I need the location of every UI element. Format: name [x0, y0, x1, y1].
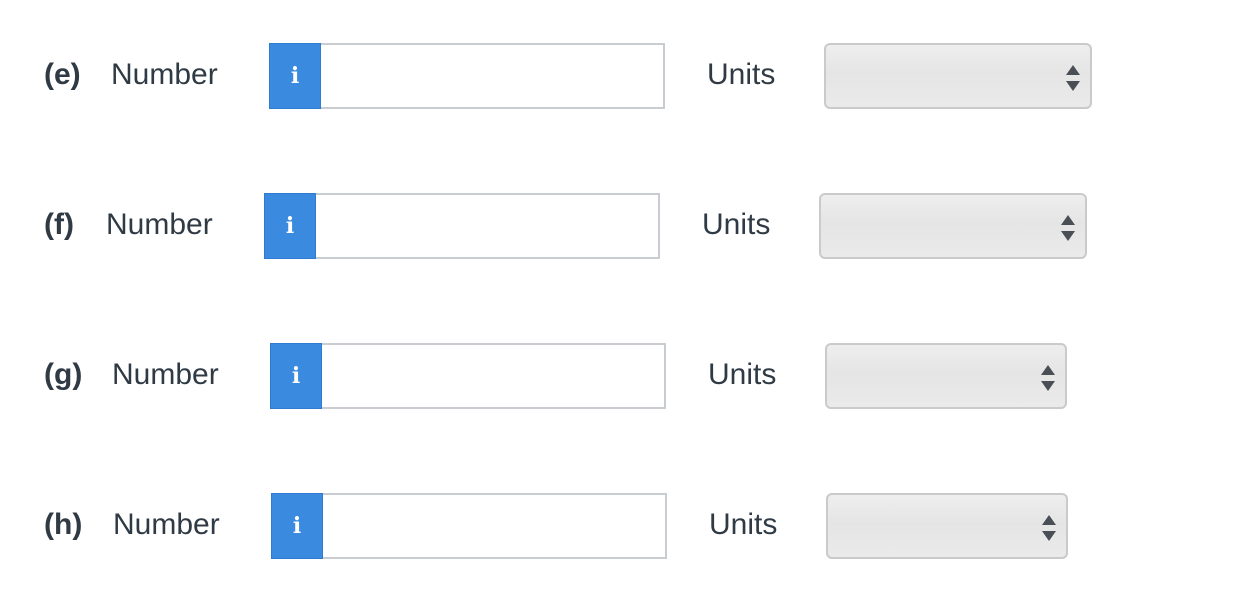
info-glyph: i: [291, 363, 301, 389]
info-icon[interactable]: i: [269, 43, 321, 109]
info-glyph: i: [285, 213, 295, 239]
info-glyph: i: [292, 513, 302, 539]
answer-row-f: (f) Number i Units: [0, 193, 1240, 259]
up-down-arrows-icon: [1041, 365, 1055, 391]
number-label: Number: [106, 208, 213, 241]
units-select[interactable]: [824, 43, 1092, 109]
answer-row-e: (e) Number i Units: [0, 43, 1240, 109]
up-down-arrows-icon: [1066, 65, 1080, 91]
info-glyph: i: [290, 63, 300, 89]
info-icon[interactable]: i: [264, 193, 316, 259]
number-label: Number: [113, 508, 220, 541]
number-input[interactable]: [321, 43, 665, 109]
number-input[interactable]: [323, 493, 667, 559]
units-select[interactable]: [826, 493, 1068, 559]
number-label: Number: [112, 358, 219, 391]
number-label: Number: [111, 58, 218, 91]
info-icon[interactable]: i: [270, 343, 322, 409]
part-label: (h): [44, 508, 83, 541]
units-label: Units: [709, 508, 778, 541]
units-select[interactable]: [825, 343, 1067, 409]
part-label: (f): [44, 208, 74, 241]
up-down-arrows-icon: [1061, 215, 1075, 241]
units-label: Units: [708, 358, 777, 391]
answer-row-h: (h) Number i Units: [0, 493, 1240, 559]
part-label: (e): [44, 58, 81, 91]
number-input[interactable]: [322, 343, 666, 409]
units-label: Units: [702, 208, 771, 241]
units-label: Units: [707, 58, 776, 91]
info-icon[interactable]: i: [271, 493, 323, 559]
part-label: (g): [44, 358, 83, 391]
answer-row-g: (g) Number i Units: [0, 343, 1240, 409]
number-input[interactable]: [316, 193, 660, 259]
up-down-arrows-icon: [1042, 515, 1056, 541]
units-select[interactable]: [819, 193, 1087, 259]
